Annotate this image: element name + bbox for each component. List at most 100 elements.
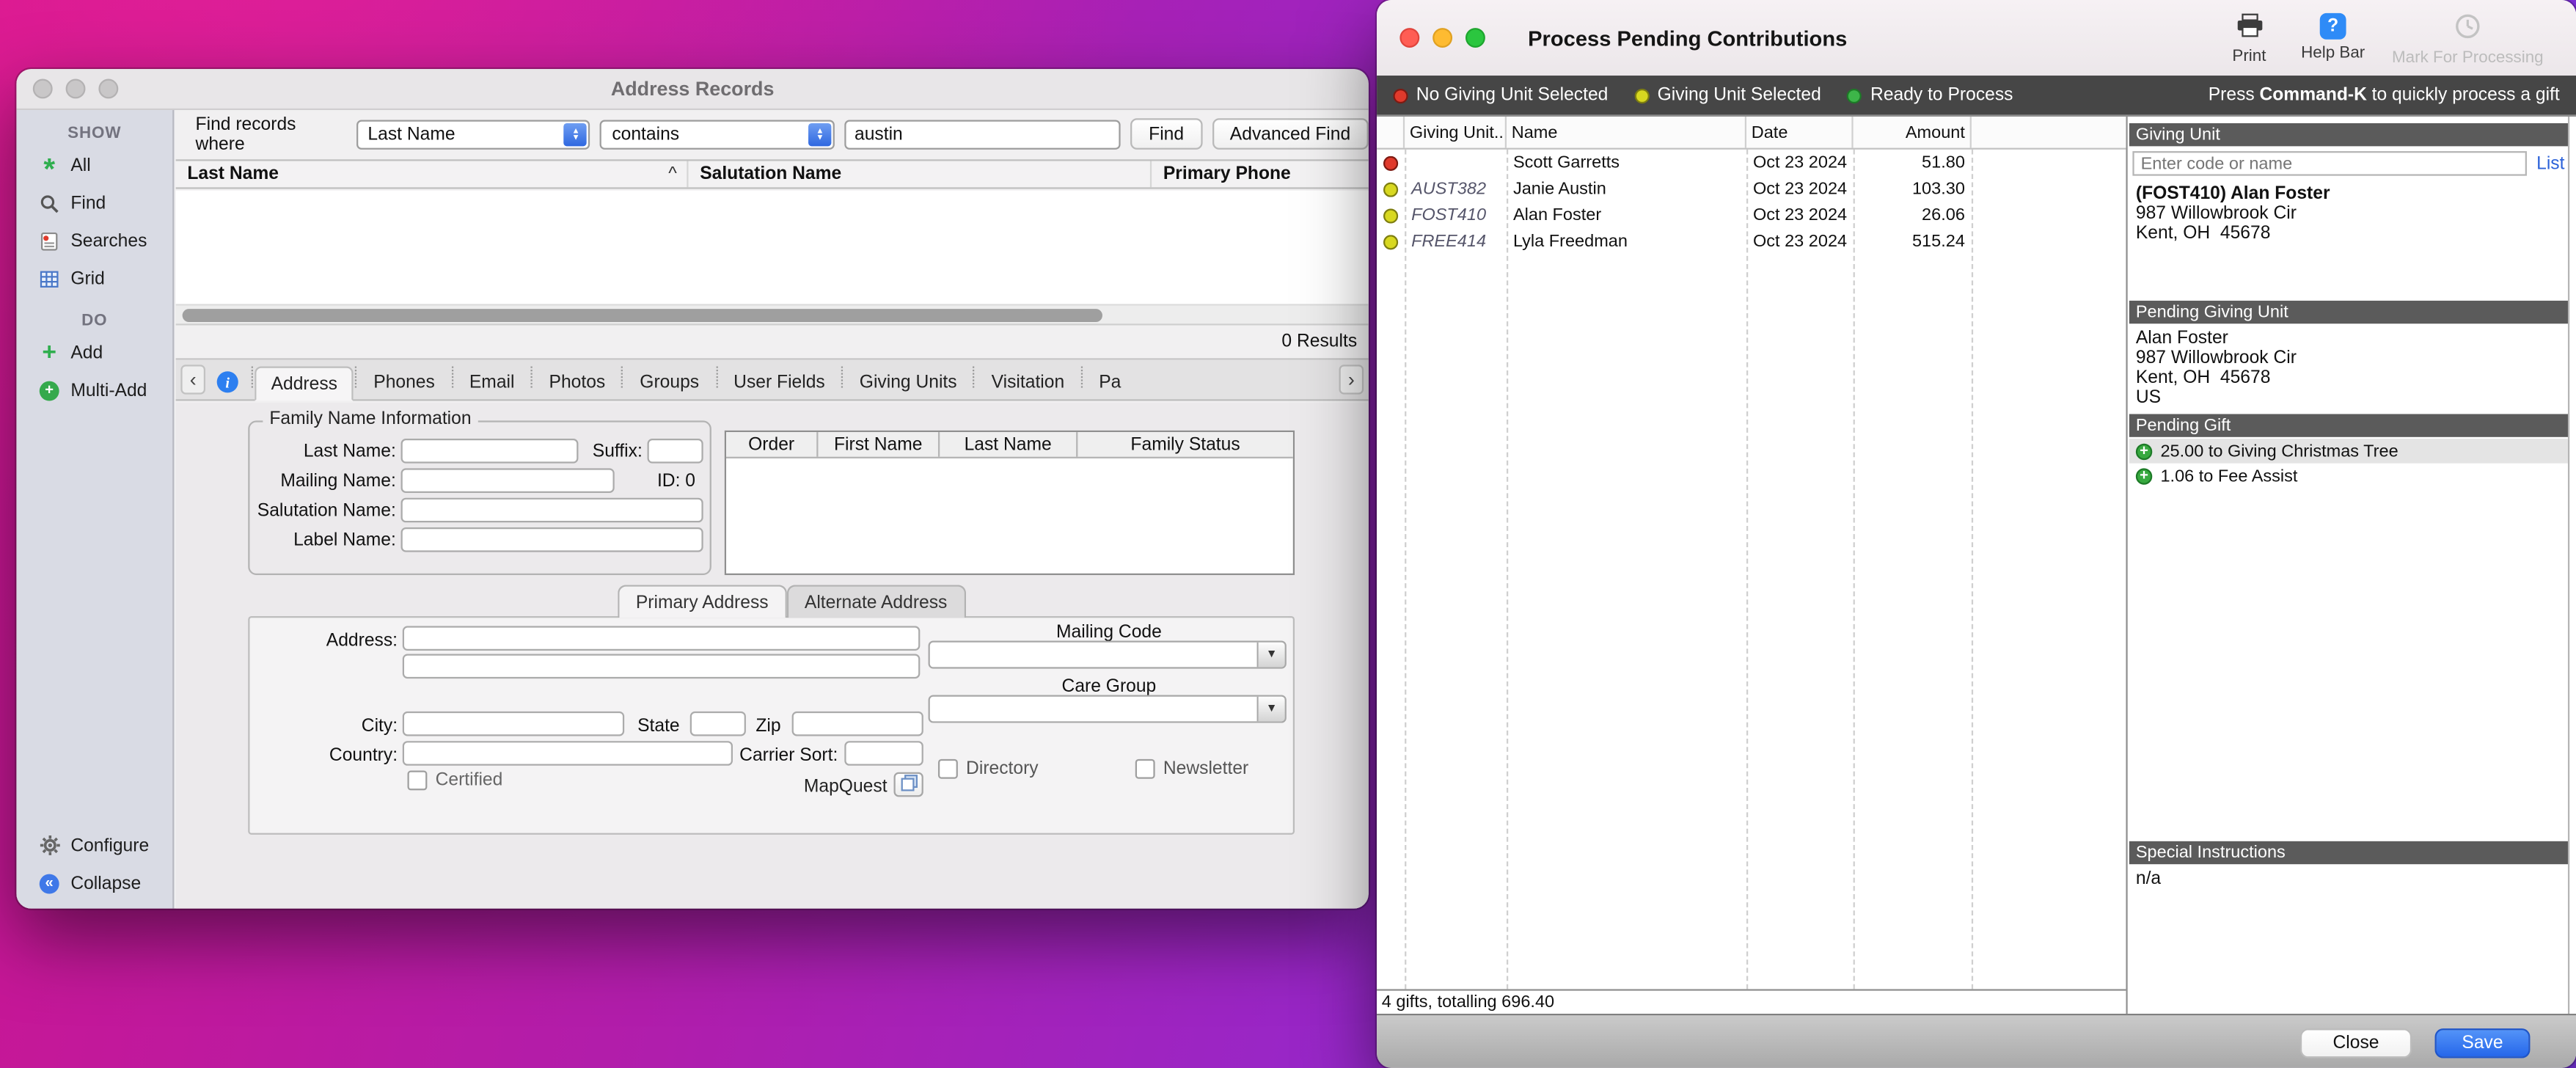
search-value-input[interactable]	[845, 119, 1121, 148]
tab-user-fields[interactable]: User Fields	[719, 365, 840, 399]
scrollbar-thumb[interactable]	[183, 309, 1102, 322]
minimize-button[interactable]	[66, 79, 86, 99]
table-row[interactable]: FREE414 Lyla Freedman Oct 23 2024 515.24	[1377, 228, 2126, 255]
tab-address[interactable]: Address	[255, 366, 354, 400]
tab-alternate-address[interactable]: Alternate Address	[786, 585, 965, 618]
sidebar-item-collapse[interactable]: « Collapse	[16, 864, 172, 902]
minimize-button[interactable]	[1432, 28, 1452, 48]
list-link[interactable]: List	[2536, 153, 2564, 173]
giving-unit-search-input[interactable]	[2132, 151, 2526, 176]
column-header-first-name[interactable]: First Name	[818, 432, 940, 457]
table-row[interactable]: FOST410 Alan Foster Oct 23 2024 26.06	[1377, 202, 2126, 229]
family-members-header: Order First Name Last Name Family Status	[726, 432, 1293, 458]
gifts-table-rows: Scott Garretts Oct 23 2024 51.80 AUST382…	[1377, 150, 2126, 255]
newsletter-checkbox[interactable]	[1135, 759, 1155, 779]
certified-checkbox[interactable]	[407, 771, 427, 791]
column-header-order[interactable]: Order	[726, 432, 818, 457]
search-icon	[38, 193, 61, 213]
label-name-field[interactable]	[401, 527, 703, 552]
help-icon: ?	[2320, 13, 2346, 40]
zip-field[interactable]	[792, 712, 923, 736]
mailing-name-field[interactable]	[401, 468, 615, 493]
red-status-dot	[1393, 88, 1408, 103]
tab-pa-truncated[interactable]: Pa	[1084, 365, 1135, 399]
yellow-status-dot	[1383, 208, 1398, 222]
operator-select[interactable]: contains ▲▼	[601, 119, 835, 148]
mark-for-processing-button-disabled[interactable]: Mark For Processing	[2382, 13, 2553, 67]
tab-photos[interactable]: Photos	[534, 365, 620, 399]
column-header-status[interactable]	[1377, 117, 1405, 148]
selected-unit-address1: 987 Willowbrook Cir	[2136, 204, 2330, 224]
help-bar-button[interactable]: ? Help Bar	[2292, 13, 2374, 62]
find-button[interactable]: Find	[1131, 118, 1202, 150]
column-header-last-name[interactable]: Last Name	[940, 432, 1077, 457]
city-field[interactable]	[403, 712, 624, 736]
sidebar-item-add[interactable]: + Add	[16, 334, 172, 372]
column-divider	[1972, 150, 1973, 990]
zoom-button[interactable]	[98, 79, 118, 99]
scroll-tabs-right-button[interactable]: ›	[1339, 365, 1364, 394]
address-line1-field[interactable]	[403, 626, 921, 651]
print-button[interactable]: Print	[2217, 13, 2283, 66]
tab-giving-units[interactable]: Giving Units	[845, 365, 972, 399]
carrier-sort-field[interactable]	[844, 741, 923, 766]
column-header-primary-phone[interactable]: Primary Phone	[1152, 161, 1369, 188]
tab-email[interactable]: Email	[455, 365, 530, 399]
last-name-field[interactable]	[401, 439, 579, 464]
giving-unit-cell: FOST410	[1405, 205, 1507, 225]
country-field[interactable]	[403, 741, 733, 766]
tab-info[interactable]: i	[205, 365, 249, 399]
sidebar-item-grid[interactable]: Grid	[16, 260, 172, 298]
column-header-salutation-name[interactable]: Salutation Name	[689, 161, 1152, 188]
advanced-find-button[interactable]: Advanced Find	[1212, 118, 1369, 150]
sort-caret-icon: ^	[668, 164, 677, 184]
column-header-amount[interactable]: Amount	[1854, 117, 1972, 148]
save-button[interactable]: Save	[2435, 1028, 2531, 1058]
sidebar-item-searches[interactable]: Searches	[16, 222, 172, 260]
mapquest-button[interactable]	[894, 772, 923, 797]
tab-primary-address[interactable]: Primary Address	[618, 585, 786, 618]
suffix-field[interactable]	[648, 439, 703, 464]
field-select[interactable]: Last Name ▲▼	[356, 119, 590, 148]
sidebar-item-find[interactable]: Find	[16, 184, 172, 222]
sidebar-item-configure[interactable]: Configure	[16, 827, 172, 865]
tab-phones[interactable]: Phones	[359, 365, 450, 399]
close-button[interactable]: Close	[2300, 1028, 2412, 1058]
care-group-dropdown[interactable]: ▼	[929, 695, 1287, 723]
column-header-family-status[interactable]: Family Status	[1077, 432, 1292, 457]
gift-label: 25.00 to Giving Christmas Tree	[2160, 441, 2398, 461]
horizontal-scrollbar[interactable]	[176, 306, 1369, 326]
family-members-table[interactable]: Order First Name Last Name Family Status	[725, 431, 1295, 575]
close-button[interactable]	[33, 79, 53, 99]
pending-gifts-table[interactable]: Giving Unit... Name Date Amount Scott Ga…	[1377, 117, 2128, 1014]
directory-checkbox[interactable]	[938, 759, 958, 779]
state-field[interactable]	[690, 712, 746, 736]
sidebar-item-multi-add[interactable]: + Multi-Add	[16, 371, 172, 409]
close-button[interactable]	[1399, 28, 1419, 48]
mailing-code-dropdown[interactable]: ▼	[929, 641, 1287, 669]
address-window-titlebar[interactable]: Address Records	[16, 69, 1368, 110]
pending-unit-address1: 987 Willowbrook Cir	[2136, 348, 2297, 368]
info-icon: i	[217, 371, 238, 392]
column-header-giving-unit[interactable]: Giving Unit...	[1405, 117, 1507, 148]
tab-visitation[interactable]: Visitation	[976, 365, 1079, 399]
amount-cell: 26.06	[1854, 205, 1972, 225]
column-header-last-name[interactable]: Last Name ^	[176, 161, 689, 188]
pending-gift-item[interactable]: + 1.06 to Fee Assist	[2129, 464, 2568, 489]
zoom-button[interactable]	[1466, 28, 1485, 48]
salutation-name-field[interactable]	[401, 498, 703, 523]
results-table-body[interactable]	[176, 191, 1369, 306]
pending-unit-address2: Kent, OH 45678	[2136, 368, 2297, 388]
directory-label: Directory	[966, 759, 1039, 779]
results-count: 0 Results	[176, 326, 1369, 360]
scroll-tabs-left-button[interactable]: ‹	[180, 365, 205, 394]
column-header-date[interactable]: Date	[1746, 117, 1854, 148]
column-header-name[interactable]: Name	[1507, 117, 1746, 148]
pending-gift-item[interactable]: + 25.00 to Giving Christmas Tree	[2129, 439, 2568, 464]
table-row[interactable]: Scott Garretts Oct 23 2024 51.80	[1377, 150, 2126, 176]
newsletter-checkbox-row: Newsletter	[1135, 759, 1248, 779]
table-row[interactable]: AUST382 Janie Austin Oct 23 2024 103.30	[1377, 176, 2126, 202]
sidebar-item-all[interactable]: * All	[16, 146, 172, 184]
tab-groups[interactable]: Groups	[625, 365, 714, 399]
address-line2-field[interactable]	[403, 654, 921, 679]
